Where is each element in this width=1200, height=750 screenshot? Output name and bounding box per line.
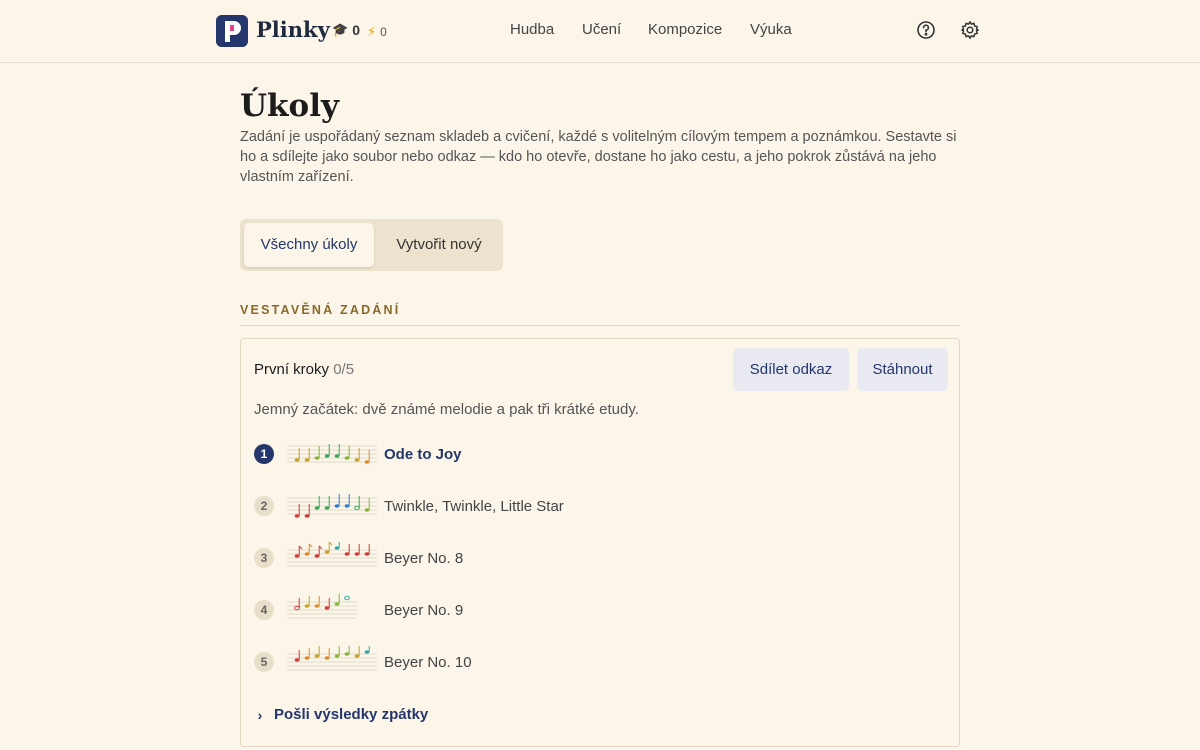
section-label: VESTAVĚNÁ ZADÁNÍ [240, 303, 401, 317]
send-results-label: Pošli výsledky zpátky [274, 706, 429, 723]
notes-preview-icon [287, 594, 357, 619]
assignment-item[interactable]: 3 Beyer No. 8 [254, 542, 934, 570]
nav-uceni[interactable]: Učení [582, 21, 621, 38]
tab-bar: Všechny úkoly Vytvořit nový [240, 219, 503, 271]
brand-name[interactable]: Plinky [256, 17, 330, 42]
send-results-link[interactable]: › Pošli výsledky zpátky [254, 706, 429, 723]
item-number: 2 [254, 496, 274, 516]
assignment-description: Jemný začátek: dvě známé melodie a pak t… [254, 401, 639, 418]
lightning-icon: ⚡ [367, 24, 377, 39]
item-title[interactable]: Beyer No. 10 [384, 654, 472, 671]
notes-preview-icon [287, 494, 377, 518]
xp-counter: 🎓 0 [332, 22, 360, 38]
top-bar: Plinky 🎓 0 ⚡ 0 Hudba Učení Kompozice Výu… [0, 0, 1200, 63]
download-button[interactable]: Stáhnout [857, 348, 948, 391]
assignment-item[interactable]: 1 Ode to Joy [254, 442, 934, 466]
assignment-title: První kroky 0/5 [254, 361, 354, 378]
notes-preview-icon [287, 646, 377, 671]
notes-preview-icon [287, 444, 377, 464]
assignment-item[interactable]: 5 Beyer No. 10 [254, 646, 934, 674]
assignment-card: První kroky 0/5 Sdílet odkaz Stáhnout Je… [240, 338, 960, 747]
assignment-progress: 0/5 [333, 361, 355, 378]
nav-vyuka[interactable]: Výuka [750, 21, 792, 38]
tab-create-new[interactable]: Vytvořit nový [380, 223, 498, 267]
page-title: Úkoly [240, 88, 339, 124]
item-number: 1 [254, 444, 274, 464]
tab-all-assignments[interactable]: Všechny úkoly [244, 223, 374, 267]
plinky-logo[interactable] [216, 15, 248, 47]
help-circle-icon[interactable] [916, 20, 936, 40]
share-link-button[interactable]: Sdílet odkaz [733, 348, 849, 391]
item-number: 4 [254, 600, 274, 620]
item-title[interactable]: Beyer No. 9 [384, 602, 463, 619]
page-intro: Zadání je uspořádaný seznam skladeb a cv… [240, 129, 957, 185]
gear-icon[interactable] [960, 20, 980, 40]
nav-hudba[interactable]: Hudba [510, 21, 554, 38]
item-number: 3 [254, 548, 274, 568]
item-title[interactable]: Ode to Joy [384, 446, 462, 463]
item-number: 5 [254, 652, 274, 672]
item-title[interactable]: Twinkle, Twinkle, Little Star [384, 498, 564, 515]
streak-value: 0 [380, 25, 387, 39]
assignment-item[interactable]: 2 Twinkle, Twinkle, Little Star [254, 494, 934, 518]
assignment-item[interactable]: 4 Beyer No. 9 [254, 594, 934, 622]
xp-value: 0 [352, 22, 360, 38]
section-divider [240, 325, 960, 326]
item-title[interactable]: Beyer No. 8 [384, 550, 463, 567]
chevron-right-icon: › [257, 706, 263, 723]
notes-preview-icon [287, 542, 377, 567]
assignment-name: První kroky [254, 361, 330, 378]
streak-counter: ⚡ 0 [367, 24, 387, 40]
nav-kompozice[interactable]: Kompozice [648, 21, 722, 38]
graduation-cap-icon: 🎓 [332, 22, 349, 37]
